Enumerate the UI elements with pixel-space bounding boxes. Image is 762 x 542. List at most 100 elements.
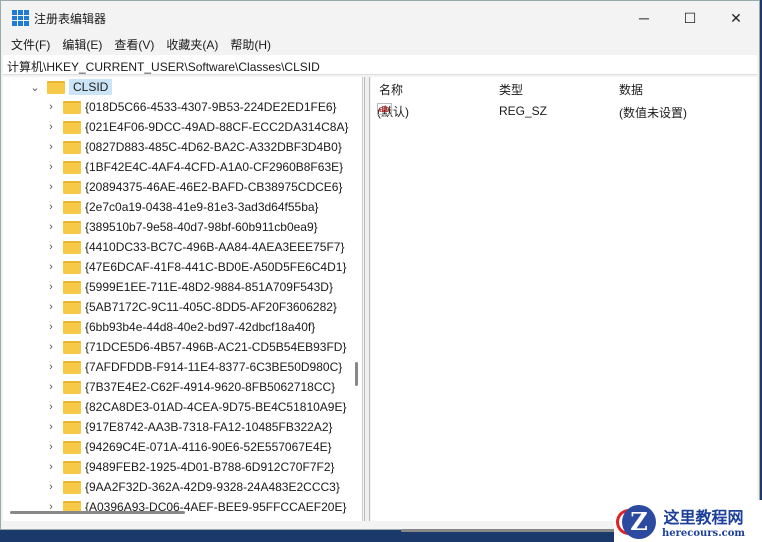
chevron-right-icon[interactable]: ›: [45, 381, 57, 393]
folder-icon: [47, 80, 65, 94]
watermark-title: 这里教程网: [663, 507, 744, 527]
folder-icon: [63, 220, 81, 234]
tree-node-clsid[interactable]: ⌄ CLSID: [3, 77, 362, 97]
tree-node-label: {94269C4E-071A-4116-90E6-52E557067E4E}: [85, 440, 332, 454]
chevron-right-icon[interactable]: ›: [45, 461, 57, 473]
folder-icon: [63, 100, 81, 114]
chevron-right-icon[interactable]: ›: [45, 341, 57, 353]
column-header-name[interactable]: 名称: [379, 81, 403, 98]
folder-icon: [63, 320, 81, 334]
tree-node-label: {389510b7-9e58-40d7-98bf-60b911cb0ea9}: [85, 220, 318, 234]
tree-node[interactable]: › {1BF42E4C-4AF4-4CFD-A1A0-CF2960B8F63E}: [3, 157, 362, 177]
chevron-right-icon[interactable]: ›: [45, 121, 57, 133]
folder-icon: [63, 280, 81, 294]
tree-node-label: {5AB7172C-9C11-405C-8DD5-AF20F3606282}: [85, 300, 337, 314]
chevron-right-icon[interactable]: ›: [45, 481, 57, 493]
tree-node-label: CLSID: [69, 79, 113, 95]
chevron-right-icon[interactable]: ›: [45, 201, 57, 213]
tree-node[interactable]: › {71DCE5D6-4B57-496B-AC21-CD5B54EB93FD}: [3, 337, 362, 357]
folder-icon: [63, 480, 81, 494]
tree-node[interactable]: › {94269C4E-071A-4116-90E6-52E557067E4E}: [3, 437, 362, 457]
tree-node-label: {9AA2F32D-362A-42D9-9328-24A483E2CCC3}: [85, 480, 340, 494]
folder-icon: [63, 340, 81, 354]
tree-node-label: {0827D883-485C-4D62-BA2C-A332DBF3D4B0}: [85, 140, 342, 154]
chevron-right-icon[interactable]: ›: [45, 401, 57, 413]
tree-node[interactable]: › {2e7c0a19-0438-41e9-81e3-3ad3d64f55ba}: [3, 197, 362, 217]
menu-favorites[interactable]: 收藏夹(A): [160, 36, 224, 53]
tree-node[interactable]: › {20894375-46AE-46E2-BAFD-CB38975CDCE6}: [3, 177, 362, 197]
key-tree[interactable]: ⌄ CLSID › {018D5C66-4533-4307-9B53-224DE2…: [3, 77, 363, 521]
close-button[interactable]: ✕: [713, 1, 759, 35]
tree-node[interactable]: › {917E8742-AA3B-7318-FA12-10485FB322A2}: [3, 417, 362, 437]
folder-icon: [63, 160, 81, 174]
minimize-button[interactable]: ─: [621, 1, 667, 35]
chevron-down-icon[interactable]: ⌄: [29, 81, 41, 94]
tree-node-label: {5999E1EE-711E-48D2-9884-851A709F543D}: [85, 280, 333, 294]
menu-view[interactable]: 查看(V): [108, 36, 160, 53]
tree-node[interactable]: › {5999E1EE-711E-48D2-9884-851A709F543D}: [3, 277, 362, 297]
address-bar[interactable]: 计算机\HKEY_CURRENT_USER\Software\Classes\C…: [3, 55, 757, 75]
value-data: (数值未设置): [619, 106, 687, 120]
tree-node[interactable]: › {4410DC33-BC7C-496B-AA84-4AEA3EEE75F7}: [3, 237, 362, 257]
tree-node[interactable]: › {9489FEB2-1925-4D01-B788-6D912C70F7F2}: [3, 457, 362, 477]
tree-node[interactable]: › {0827D883-485C-4D62-BA2C-A332DBF3D4B0}: [3, 137, 362, 157]
tree-node[interactable]: › {9AA2F32D-362A-42D9-9328-24A483E2CCC3}: [3, 477, 362, 497]
tree-node-label: {917E8742-AA3B-7318-FA12-10485FB322A2}: [85, 420, 333, 434]
chevron-right-icon[interactable]: ›: [45, 241, 57, 253]
chevron-right-icon[interactable]: ›: [45, 261, 57, 273]
tree-node-label: {20894375-46AE-46E2-BAFD-CB38975CDCE6}: [85, 180, 343, 194]
regedit-app-icon: [12, 10, 29, 26]
column-header-data[interactable]: 数据: [619, 81, 643, 98]
tree-node-label: {018D5C66-4533-4307-9B53-224DE2ED1FE6}: [85, 100, 337, 114]
chevron-right-icon[interactable]: ›: [45, 421, 57, 433]
value-type: REG_SZ: [499, 104, 548, 118]
menu-help[interactable]: 帮助(H): [224, 36, 277, 53]
chevron-right-icon[interactable]: ›: [45, 301, 57, 313]
tree-node[interactable]: › {018D5C66-4533-4307-9B53-224DE2ED1FE6}: [3, 97, 362, 117]
chevron-right-icon[interactable]: ›: [45, 101, 57, 113]
tree-horizontal-scrollbar[interactable]: [10, 511, 185, 514]
folder-icon: [63, 200, 81, 214]
chevron-right-icon[interactable]: ›: [45, 181, 57, 193]
values-pane: 名称 类型 数据 ab (默认) REG_SZ (数值未设置): [371, 77, 757, 532]
tree-node[interactable]: › {A0396A93-DC06-4AEF-BEE9-95FFCCAEF20E}: [3, 497, 362, 517]
maximize-button[interactable]: ☐: [667, 1, 713, 35]
tree-vertical-scrollbar[interactable]: [355, 362, 358, 386]
folder-icon: [63, 380, 81, 394]
tree-node[interactable]: › {47E6DCAF-41F8-441C-BD0E-A50D5FE6C4D1}: [3, 257, 362, 277]
chevron-right-icon[interactable]: ›: [45, 221, 57, 233]
tree-node[interactable]: › {5AB7172C-9C11-405C-8DD5-AF20F3606282}: [3, 297, 362, 317]
chevron-right-icon[interactable]: ›: [45, 141, 57, 153]
chevron-right-icon[interactable]: ›: [45, 361, 57, 373]
watermark-url: herecours.com: [662, 527, 746, 539]
chevron-right-icon[interactable]: ›: [45, 321, 57, 333]
tree-node[interactable]: › {6bb93b4e-44d8-40e2-bd97-42dbcf18a40f}: [3, 317, 362, 337]
chevron-right-icon[interactable]: ›: [45, 441, 57, 453]
tree-node[interactable]: › {021E4F06-9DCC-49AD-88CF-ECC2DA314C8A}: [3, 117, 362, 137]
chevron-right-icon[interactable]: ›: [45, 161, 57, 173]
folder-icon: [63, 400, 81, 414]
chevron-right-icon[interactable]: ›: [45, 281, 57, 293]
menu-file[interactable]: 文件(F): [5, 36, 56, 53]
tree-node-label: {2e7c0a19-0438-41e9-81e3-3ad3d64f55ba}: [85, 200, 319, 214]
string-value-icon: ab: [377, 103, 392, 115]
tree-node[interactable]: › {82CA8DE3-01AD-4CEA-9D75-BE4C51810A9E}: [3, 397, 362, 417]
tree-node-label: {71DCE5D6-4B57-496B-AC21-CD5B54EB93FD}: [85, 340, 347, 354]
folder-icon: [63, 260, 81, 274]
registry-editor-window: 注册表编辑器 ─ ☐ ✕ 文件(F) 编辑(E) 查看(V) 收藏夹(A) 帮助…: [0, 0, 760, 532]
menu-edit[interactable]: 编辑(E): [56, 36, 108, 53]
menu-bar: 文件(F) 编辑(E) 查看(V) 收藏夹(A) 帮助(H): [1, 35, 759, 53]
folder-icon: [63, 300, 81, 314]
folder-icon: [63, 440, 81, 454]
value-row[interactable]: ab (默认) REG_SZ (数值未设置): [371, 101, 757, 121]
tree-node-label: {6bb93b4e-44d8-40e2-bd97-42dbcf18a40f}: [85, 320, 316, 334]
tree-node[interactable]: › {7AFDFDDB-F914-11E4-8377-6C3BE50D980C}: [3, 357, 362, 377]
column-header-type[interactable]: 类型: [499, 81, 523, 98]
folder-icon: [63, 120, 81, 134]
tree-node[interactable]: › {7B37E4E2-C62F-4914-9620-8FB5062718CC}: [3, 377, 362, 397]
tree-node-label: {9489FEB2-1925-4D01-B788-6D912C70F7F2}: [85, 460, 335, 474]
folder-icon: [63, 460, 81, 474]
tree-node[interactable]: › {389510b7-9e58-40d7-98bf-60b911cb0ea9}: [3, 217, 362, 237]
pane-splitter[interactable]: [364, 77, 370, 521]
watermark: Z 这里教程网 herecours.com: [614, 500, 762, 542]
